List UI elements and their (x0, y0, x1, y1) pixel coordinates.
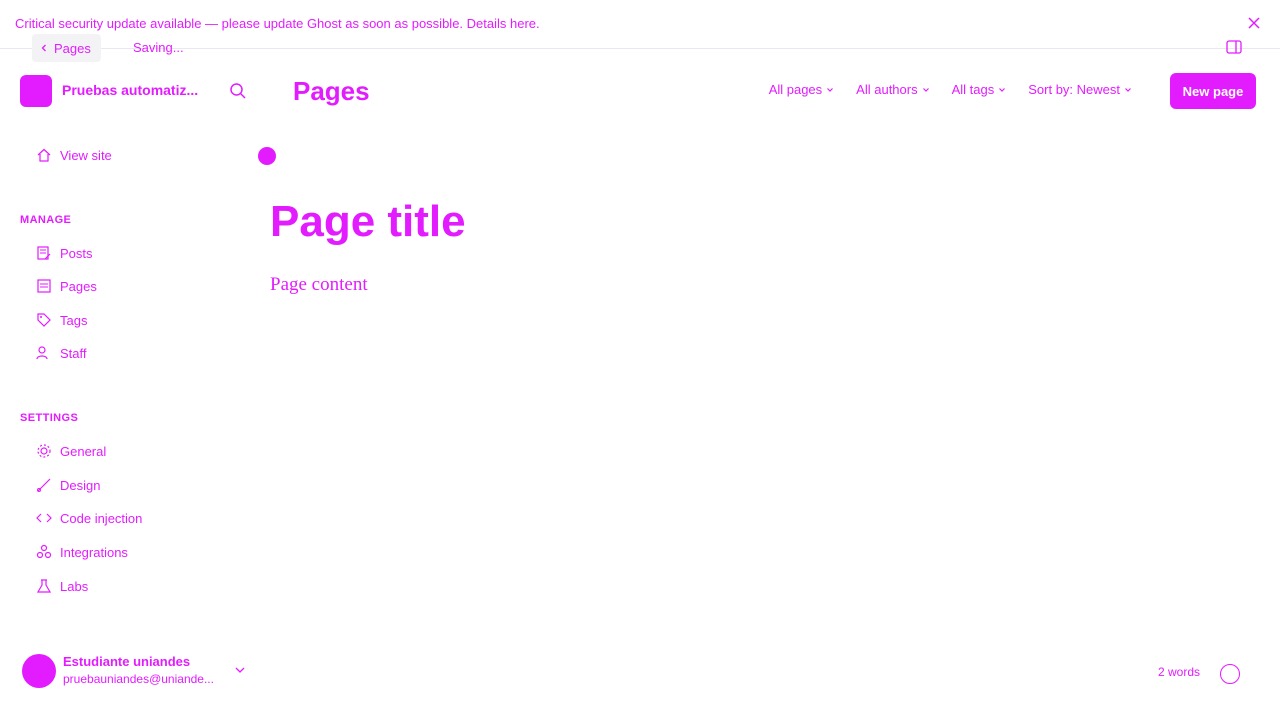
filter-all-tags[interactable]: All tags (952, 82, 1007, 97)
filter-bar: All pages All authors All tags Sort by: … (769, 82, 1132, 97)
sidebar-toggle-icon[interactable] (1226, 40, 1242, 54)
sidebar-item-general[interactable]: General (36, 443, 106, 459)
tag-icon (37, 313, 51, 327)
back-label: Pages (54, 40, 91, 56)
staff-icon (36, 346, 48, 360)
chevron-down-icon[interactable] (233, 663, 247, 677)
filter-label: All pages (768, 82, 823, 97)
chevron-down-icon (922, 87, 929, 92)
posts-icon (37, 246, 51, 260)
filter-all-pages[interactable]: All pages (769, 82, 834, 97)
page-title-input[interactable]: Page title (270, 197, 466, 247)
new-page-button[interactable]: New page (1170, 73, 1256, 109)
search-icon[interactable] (229, 82, 247, 100)
sidebar-item-staff[interactable]: Staff (36, 345, 87, 361)
word-count: 2 words (1158, 665, 1201, 679)
gear-icon (37, 444, 51, 458)
chevron-down-icon (1125, 87, 1131, 92)
sidebar-item-integrations[interactable]: Integrations (36, 544, 128, 560)
brush-icon (37, 478, 51, 492)
sidebar-item-label: View site (60, 147, 112, 163)
chevron-left-icon (41, 44, 46, 52)
sidebar-item-label: Staff (60, 345, 87, 361)
pages-icon (37, 279, 51, 293)
sidebar-item-label: General (60, 443, 107, 459)
site-logo[interactable] (20, 75, 52, 107)
sidebar-item-label: Integrations (60, 544, 128, 560)
sidebar-item-label: Design (60, 477, 101, 493)
code-icon (36, 513, 52, 523)
sidebar-item-label: Posts (60, 245, 93, 261)
chevron-down-icon (999, 87, 1006, 92)
flask-icon (36, 579, 52, 593)
sidebar-item-label: Labs (60, 578, 89, 594)
integrations-icon (36, 544, 52, 559)
sidebar-item-design[interactable]: Design (36, 477, 100, 493)
filter-label: All tags (951, 82, 995, 97)
manage-section-label: MANAGE (20, 214, 72, 226)
avatar[interactable] (22, 654, 56, 688)
user-email[interactable]: pruebauniandes@uniande... (63, 672, 214, 686)
sidebar-item-pages[interactable]: Pages (36, 278, 97, 294)
save-status: Saving... (133, 40, 184, 55)
filter-all-authors[interactable]: All authors (856, 82, 929, 97)
page-content-editor[interactable]: Page content (270, 274, 368, 296)
home-icon (37, 148, 51, 162)
settings-section-label: SETTINGS (20, 412, 79, 424)
sidebar-item-label: Code injection (60, 510, 143, 526)
user-name[interactable]: Estudiante uniandes (63, 654, 190, 669)
sidebar-item-view-site[interactable]: View site (36, 147, 112, 163)
sidebar-item-label: Pages (60, 278, 97, 294)
sidebar-item-label: Tags (60, 312, 88, 328)
back-to-pages-button[interactable]: Pages (32, 34, 101, 62)
help-icon[interactable] (1220, 664, 1240, 684)
add-feature-image-button[interactable] (258, 147, 276, 165)
filter-label: All authors (856, 82, 918, 97)
site-name[interactable]: Pruebas automatiz... (62, 82, 198, 98)
security-banner: Critical security update available — ple… (0, 0, 1280, 49)
filter-label: Sort by: Newest (1028, 82, 1120, 97)
sidebar-item-code-injection[interactable]: Code injection (36, 510, 142, 526)
close-icon[interactable] (1246, 15, 1262, 31)
filter-sort[interactable]: Sort by: Newest (1028, 82, 1132, 97)
chevron-down-icon (827, 87, 834, 92)
page-heading: Pages (293, 76, 370, 106)
banner-message[interactable]: Critical security update available — ple… (15, 16, 540, 31)
sidebar-item-labs[interactable]: Labs (36, 578, 88, 594)
sidebar-item-posts[interactable]: Posts (36, 245, 93, 261)
sidebar-item-tags[interactable]: Tags (36, 312, 87, 328)
